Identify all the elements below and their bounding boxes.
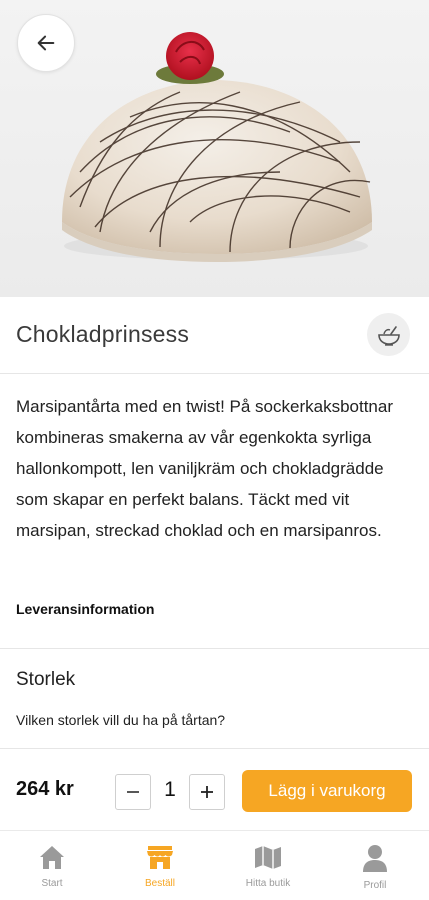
bowl-button[interactable] — [367, 313, 410, 356]
size-title: Storlek — [16, 669, 76, 690]
quantity-increase-button[interactable] — [189, 774, 225, 810]
bowl-icon — [377, 325, 400, 346]
minus-icon — [127, 791, 139, 793]
bottom-nav: Start Beställ Hitta butik Profil — [0, 830, 429, 900]
person-icon — [363, 845, 387, 872]
shop-icon — [147, 846, 173, 869]
divider — [0, 648, 429, 649]
nav-item-hitta-butik[interactable]: Hitta butik — [223, 843, 313, 889]
nav-label: Beställ — [144, 878, 175, 889]
nav-item-bestall[interactable]: Beställ — [115, 843, 205, 889]
product-description: Marsipantårta med en twist! På sockerkak… — [16, 397, 393, 540]
size-question[interactable]: Vilken storlek vill du ha på tårtan? — [16, 712, 225, 728]
home-icon — [40, 846, 64, 869]
quantity-value: 1 — [164, 778, 176, 801]
nav-label: Profil — [363, 880, 387, 891]
plus-icon — [201, 786, 213, 798]
product-header: Chokladprinsess — [0, 297, 429, 374]
product-image — [0, 0, 429, 297]
nav-label: Start — [41, 878, 63, 889]
add-to-cart-button[interactable]: Lägg i varukorg — [242, 770, 412, 812]
product-title: Chokladprinsess — [16, 321, 190, 347]
delivery-info-link[interactable]: Leveransinformation — [16, 601, 154, 617]
cake-image — [62, 32, 372, 262]
back-button[interactable] — [17, 14, 75, 72]
map-icon — [255, 846, 281, 869]
nav-label: Hitta butik — [245, 878, 291, 889]
divider — [0, 748, 429, 749]
arrow-left-icon — [37, 35, 55, 51]
price: 264 kr — [16, 778, 74, 800]
nav-item-start[interactable]: Start — [7, 843, 97, 889]
nav-item-profil[interactable]: Profil — [330, 843, 420, 891]
quantity-decrease-button[interactable] — [115, 774, 151, 810]
